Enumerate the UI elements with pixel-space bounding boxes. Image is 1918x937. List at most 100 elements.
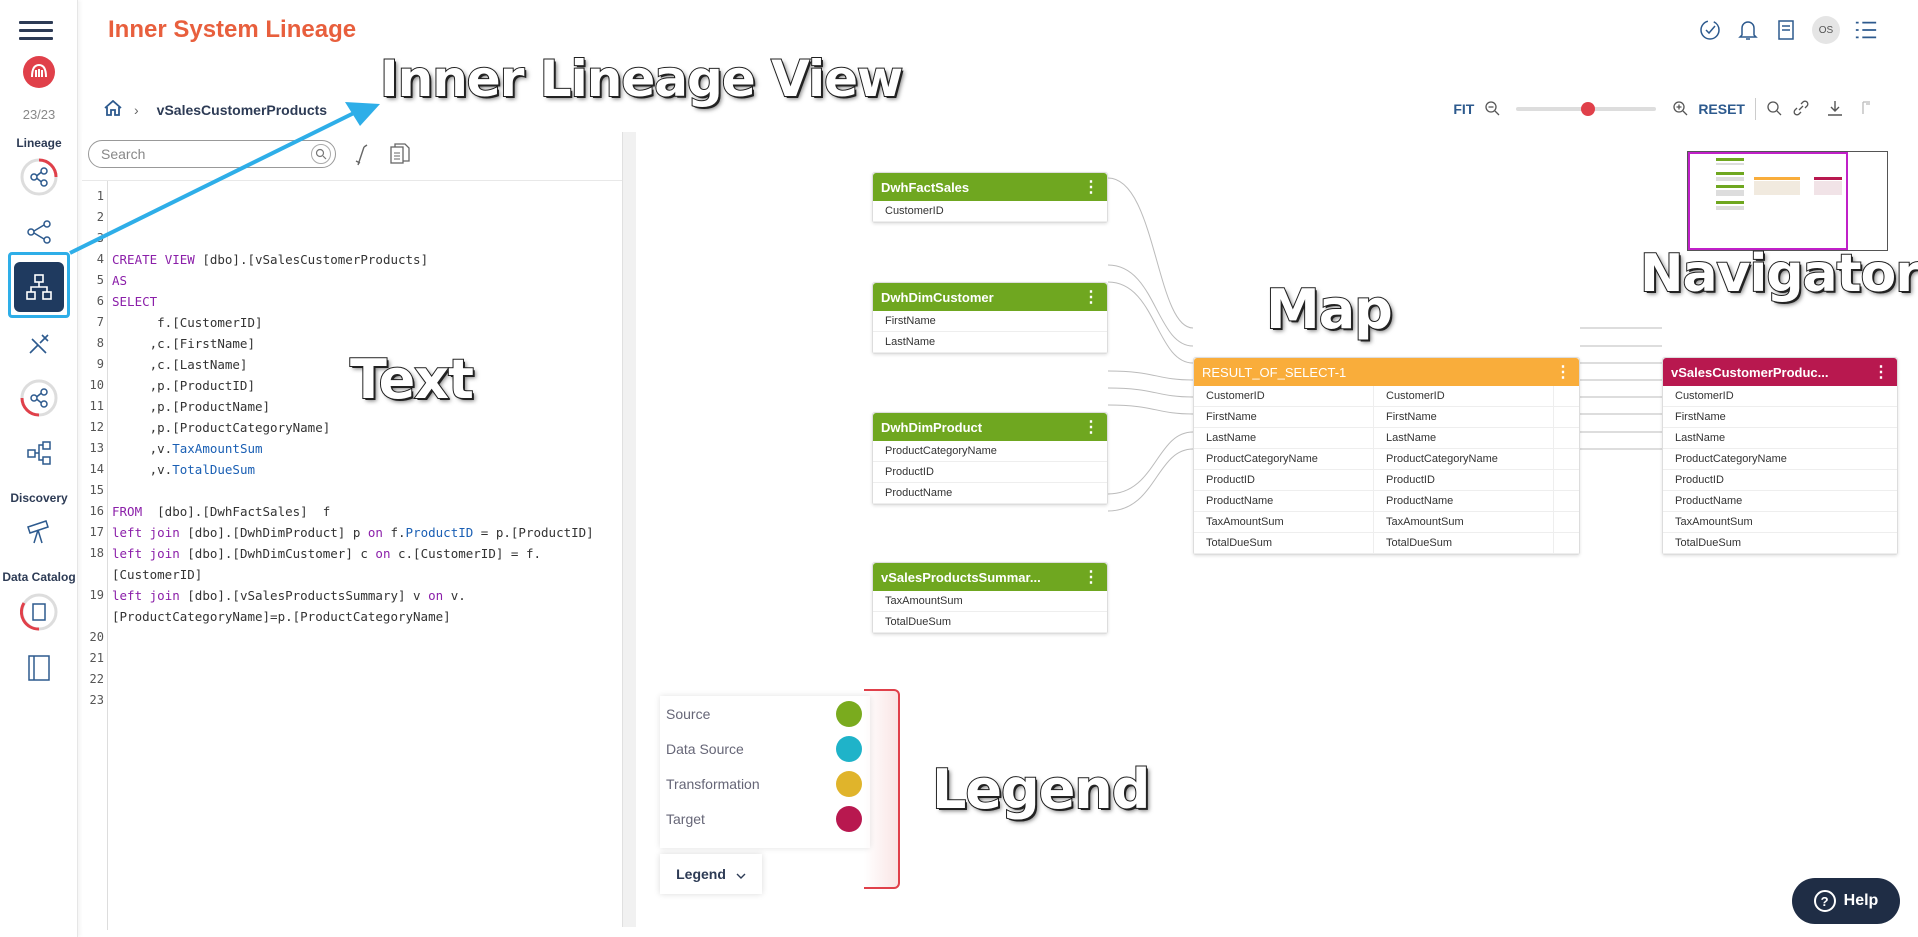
highlight-box: [8, 252, 70, 318]
node-title: RESULT_OF_SELECT-1: [1202, 364, 1347, 380]
question-icon: ?: [1813, 890, 1836, 912]
cross-system-icon[interactable]: [19, 378, 59, 418]
legend-toggle-button[interactable]: Legend: [660, 854, 762, 894]
node-header[interactable]: DwhFactSales ⋮: [873, 173, 1107, 201]
source-node[interactable]: vSalesProductsSummar... ⋮ TaxAmountSum To…: [872, 562, 1108, 634]
node-header[interactable]: vSalesProductsSummar... ⋮: [873, 563, 1107, 591]
input-field: LastName: [1194, 427, 1374, 449]
zoom-slider[interactable]: [1516, 102, 1657, 116]
field-row[interactable]: TotalDueSum TotalDueSum: [1194, 532, 1579, 554]
field-row[interactable]: ProductID: [1663, 470, 1897, 491]
field-row[interactable]: ProductCategoryName ProductCategoryName: [1194, 448, 1579, 470]
code-line: ,p.[ProductID]: [112, 378, 255, 393]
help-button[interactable]: ? Help: [1792, 878, 1900, 924]
flag-icon[interactable]: [1860, 100, 1874, 119]
line-number: 12: [89, 420, 104, 434]
kebab-icon[interactable]: ⋮: [1083, 567, 1099, 587]
field-row[interactable]: LastName LastName: [1194, 427, 1579, 449]
home-icon[interactable]: [104, 99, 122, 119]
output-field: ProductCategoryName: [1374, 448, 1554, 470]
code-line: SELECT: [112, 294, 158, 309]
reset-button[interactable]: RESET: [1698, 101, 1745, 117]
pane-splitter[interactable]: [622, 132, 636, 927]
field-row[interactable]: TotalDueSum: [873, 612, 1107, 633]
legend-item-transformation: Transformation: [660, 766, 870, 801]
field-row[interactable]: FirstName FirstName: [1194, 406, 1579, 428]
field-row[interactable]: ProductName: [1663, 491, 1897, 512]
line-number: 18: [89, 546, 104, 560]
field-row[interactable]: CustomerID: [873, 201, 1107, 222]
node-header[interactable]: RESULT_OF_SELECT-1 ⋮: [1194, 358, 1579, 386]
search-placeholder: Search: [101, 146, 146, 162]
code-line: ,v.TaxAmountSum: [112, 441, 263, 456]
source-node[interactable]: DwhDimCustomer ⋮ FirstName LastName: [872, 282, 1108, 354]
legend-callout-bracket: [864, 689, 900, 889]
target-node[interactable]: vSalesCustomerProduc... ⋮ CustomerID First…: [1662, 357, 1898, 555]
field-row[interactable]: ProductName: [873, 483, 1107, 504]
transformation-node[interactable]: RESULT_OF_SELECT-1 ⋮ CustomerID CustomerID…: [1193, 357, 1580, 555]
source-node[interactable]: DwhFactSales ⋮ CustomerID: [872, 172, 1108, 223]
tools-icon[interactable]: [19, 324, 59, 364]
field-row[interactable]: LastName: [873, 332, 1107, 353]
field-row[interactable]: CustomerID: [1663, 386, 1897, 407]
kebab-icon[interactable]: ⋮: [1083, 417, 1099, 437]
line-number: 6: [96, 294, 104, 308]
node-header[interactable]: vSalesCustomerProduc... ⋮: [1663, 358, 1897, 386]
section-discovery: Discovery: [10, 491, 68, 505]
zoom-slider-knob[interactable]: [1581, 102, 1596, 116]
link-icon[interactable]: [1792, 100, 1810, 119]
catalog-icon[interactable]: [19, 592, 59, 632]
format-icon[interactable]: [350, 142, 374, 168]
field-row[interactable]: LastName: [1663, 428, 1897, 449]
kebab-icon[interactable]: ⋮: [1083, 287, 1099, 307]
structure-icon[interactable]: [19, 433, 59, 473]
zoom-out-icon[interactable]: [1484, 100, 1500, 119]
field-row[interactable]: FirstName: [873, 311, 1107, 332]
search-input[interactable]: Search: [88, 140, 336, 168]
field-row[interactable]: ProductCategoryName: [873, 441, 1107, 462]
field-row[interactable]: ProductName ProductName: [1194, 490, 1579, 512]
field-row[interactable]: ProductCategoryName: [1663, 449, 1897, 470]
tree-icon[interactable]: [19, 212, 59, 252]
kebab-icon[interactable]: ⋮: [1555, 362, 1571, 382]
kebab-icon[interactable]: ⋮: [1873, 362, 1889, 382]
kebab-icon[interactable]: ⋮: [1083, 177, 1099, 197]
code-line: f.[CustomerID]: [112, 315, 263, 330]
notebook-icon[interactable]: [1774, 18, 1798, 42]
search-icon[interactable]: [311, 144, 331, 164]
navigator-minimap[interactable]: [1687, 151, 1888, 251]
output-field: ProductName: [1374, 490, 1554, 512]
download-icon[interactable]: [1826, 99, 1844, 120]
code-line: ,v.TotalDueSum: [112, 462, 256, 477]
breadcrumb-current[interactable]: vSalesCustomerProducts: [157, 102, 327, 118]
source-node[interactable]: DwhDimProduct ⋮ ProductCategoryName Produ…: [872, 412, 1108, 505]
code-editor[interactable]: 1 2 3 4 5 6 7 8 9 10 11 12 13 14 15 16 17 18 19 20 21 22 23 CR…: [82, 180, 622, 930]
field-row[interactable]: ProductID ProductID: [1194, 469, 1579, 491]
bell-icon[interactable]: [1736, 18, 1760, 42]
app-root: { "app": {"title": "Inner System Lineage…: [0, 0, 1918, 937]
node-header[interactable]: DwhDimCustomer ⋮: [873, 283, 1107, 311]
node-header[interactable]: DwhDimProduct ⋮: [873, 413, 1107, 441]
field-row[interactable]: TotalDueSum: [1663, 533, 1897, 554]
field-row[interactable]: CustomerID CustomerID: [1194, 385, 1579, 407]
node-title: vSalesProductsSummar...: [881, 569, 1041, 585]
field-row[interactable]: ProductID: [873, 462, 1107, 483]
copy-icon[interactable]: [388, 142, 412, 168]
zoom-in-icon[interactable]: [1672, 100, 1688, 119]
search-icon[interactable]: [1766, 100, 1782, 119]
field-row[interactable]: TaxAmountSum TaxAmountSum: [1194, 511, 1579, 533]
lineage-graph-icon[interactable]: [19, 157, 59, 197]
list-menu-icon[interactable]: [1854, 18, 1878, 42]
logo-icon[interactable]: [19, 52, 59, 92]
menu-icon[interactable]: [19, 12, 59, 52]
fit-button[interactable]: FIT: [1453, 101, 1474, 117]
field-row[interactable]: FirstName: [1663, 407, 1897, 428]
line-number: 13: [89, 441, 104, 455]
avatar[interactable]: OS: [1812, 16, 1840, 44]
field-row[interactable]: TaxAmountSum: [1663, 512, 1897, 533]
field-row[interactable]: TaxAmountSum: [873, 591, 1107, 612]
tasks-icon[interactable]: [1698, 18, 1722, 42]
annotation-map: Map: [1265, 277, 1394, 342]
book-icon[interactable]: [19, 648, 59, 688]
telescope-icon[interactable]: [19, 512, 59, 552]
